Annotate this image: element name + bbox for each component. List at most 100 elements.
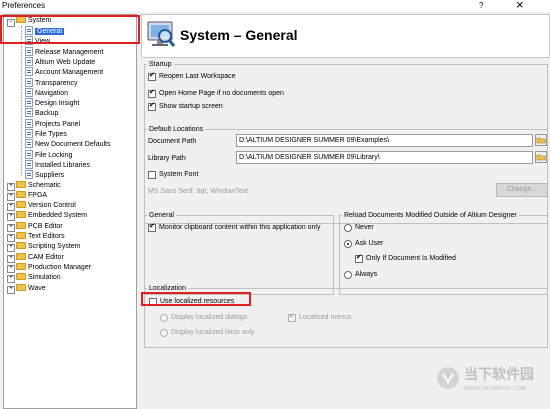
tree-item-projects-panel[interactable]: Projects Panel — [25, 118, 80, 129]
tree-item-simulation[interactable]: Simulation — [16, 273, 61, 283]
tree-item-account-management[interactable]: Account Management — [25, 67, 103, 77]
expand-toggle-production-manager[interactable]: + — [7, 264, 15, 273]
startup-group-title: Startup — [147, 60, 174, 69]
reload-always-label: Always — [355, 271, 378, 278]
folder-icon — [16, 262, 26, 270]
page-icon — [25, 108, 33, 118]
tree-item-label: Release Management — [35, 48, 104, 56]
open-home-page-checkbox[interactable] — [148, 88, 156, 98]
expand-toggle-embedded-system[interactable]: + — [7, 213, 15, 222]
page-icon — [25, 67, 33, 77]
expand-toggle-fpga[interactable]: + — [7, 192, 15, 201]
localized-hints-label: Display localized hints only — [171, 329, 255, 336]
library-path-field[interactable]: D:\ALTIUM DESIGNER SUMMER 09\Library\ — [236, 151, 533, 164]
tree-item-version-control[interactable]: Version Control — [16, 201, 76, 211]
tree-item-release-management[interactable]: Release Management — [25, 46, 104, 57]
tree-item-installed-libraries[interactable]: Installed Libraries — [25, 159, 90, 170]
system-general-panel: System – General Startup Reopen Last Wor… — [141, 14, 550, 409]
tree-item-file-types[interactable]: File Types — [25, 129, 67, 139]
tree-item-label: Embedded System — [28, 212, 88, 220]
default-locations-group: Default Locations Document Path D:\ALTIU… — [144, 125, 548, 224]
tree-item-label: Version Control — [28, 202, 76, 210]
tree-item-suppliers[interactable]: Suppliers — [25, 170, 64, 180]
show-startup-screen-checkbox[interactable] — [148, 101, 156, 111]
monitor-clipboard-label: Monitor clipboard content within this ap… — [159, 224, 321, 231]
tree-item-label: Transparency — [35, 79, 78, 87]
close-button[interactable]: × — [516, 0, 524, 11]
reload-always-radio[interactable] — [344, 271, 352, 279]
expand-toggle-schematic[interactable]: + — [7, 182, 15, 191]
expand-toggle-pcb-editor[interactable]: + — [7, 223, 15, 232]
tree-item-cam-editor[interactable]: CAM Editor — [16, 252, 64, 263]
tree-item-label: File Locking — [35, 151, 73, 159]
watermark-text: 当下软件园 — [464, 366, 534, 382]
tree-item-schematic[interactable]: Schematic — [16, 180, 61, 191]
panel-header: System – General — [141, 14, 550, 58]
tree-item-design-insight[interactable]: Design Insight — [25, 98, 79, 108]
tree-item-altium-web-update[interactable]: Altium Web Update — [25, 56, 95, 67]
page-icon — [25, 98, 33, 108]
expand-toggle-wave[interactable]: + — [7, 285, 15, 294]
general-group: General Monitor clipboard content within… — [144, 211, 334, 295]
help-button[interactable]: ? — [479, 0, 483, 11]
tree-item-text-editors[interactable]: Text Editors — [16, 232, 65, 242]
watermark-logo-icon — [437, 367, 459, 389]
folder-icon — [16, 221, 26, 229]
localized-dialogs-label: Display localized dialogs — [171, 314, 248, 321]
only-if-modified-checkbox[interactable] — [355, 253, 363, 263]
page-title: System – General — [180, 27, 298, 43]
reload-never-radio[interactable] — [344, 224, 352, 232]
open-home-page-label: Open Home Page if no documents open — [159, 90, 284, 97]
expand-toggle-simulation[interactable]: + — [7, 275, 15, 284]
folder-icon — [16, 283, 26, 291]
reload-ask-user-radio[interactable] — [344, 240, 352, 248]
tree-item-fpga[interactable]: FPGA — [16, 190, 48, 201]
system-font-label: System Font — [159, 171, 199, 178]
tree-item-wave[interactable]: Wave — [16, 283, 46, 294]
tree-item-pcb-editor[interactable]: PCB Editor — [16, 221, 63, 232]
tree-item-label: Suppliers — [35, 172, 65, 180]
folder-icon — [16, 252, 26, 260]
document-path-browse-icon[interactable] — [535, 134, 547, 146]
reopen-workspace-checkbox[interactable] — [148, 71, 156, 81]
tree-item-label: Installed Libraries — [35, 161, 90, 169]
tree-item-file-locking[interactable]: File Locking — [25, 149, 73, 160]
expand-toggle-version-control[interactable]: + — [7, 203, 15, 212]
tree-item-label: File Types — [35, 131, 67, 138]
tree-item-backup[interactable]: Backup — [25, 108, 58, 118]
default-locations-title: Default Locations — [147, 125, 206, 134]
folder-icon — [16, 180, 26, 188]
tree-item-label: FPGA — [28, 191, 48, 199]
library-path-browse-icon[interactable] — [535, 151, 547, 163]
expand-toggle-scripting-system[interactable]: + — [7, 244, 15, 253]
tree-item-label: Backup — [35, 110, 59, 118]
document-path-field[interactable]: D:\ALTIUM DESIGNER SUMMER 09\Examples\ — [236, 134, 533, 147]
general-group-title: General — [147, 211, 176, 220]
system-font-checkbox[interactable] — [148, 171, 156, 179]
tree-item-label: CAM Editor — [28, 253, 64, 261]
tree-item-embedded-system[interactable]: Embedded System — [16, 211, 87, 221]
page-icon — [25, 56, 33, 66]
expand-toggle-cam-editor[interactable]: + — [7, 254, 15, 263]
preferences-tree[interactable]: − System General View Release Management Alti… — [3, 14, 137, 409]
tree-item-scripting-system[interactable]: Scripting System — [16, 242, 81, 252]
folder-icon — [16, 211, 26, 219]
tree-item-production-manager[interactable]: Production Manager — [16, 262, 91, 273]
tree-item-label: Design Insight — [35, 100, 80, 108]
reopen-workspace-label: Reopen Last Workspace — [159, 73, 236, 80]
page-icon — [25, 139, 33, 149]
library-path-label: Library Path — [148, 155, 186, 162]
localized-menus-checkbox[interactable] — [288, 312, 296, 322]
tree-item-transparency[interactable]: Transparency — [25, 77, 78, 88]
localized-menus-label: Localized menus — [299, 314, 352, 321]
reload-group-title: Reload Documents Modified Outside of Alt… — [342, 211, 519, 220]
change-font-button[interactable]: Change... — [496, 183, 548, 197]
monitor-clipboard-checkbox[interactable] — [148, 222, 156, 232]
page-icon — [25, 87, 33, 97]
localized-dialogs-radio[interactable] — [160, 314, 168, 322]
tree-item-new-document-defaults[interactable]: New Document Defaults — [25, 139, 110, 149]
localized-hints-radio[interactable] — [160, 329, 168, 337]
page-icon — [25, 159, 33, 169]
expand-toggle-text-editors[interactable]: + — [7, 234, 15, 242]
tree-item-navigation[interactable]: Navigation — [25, 87, 68, 98]
